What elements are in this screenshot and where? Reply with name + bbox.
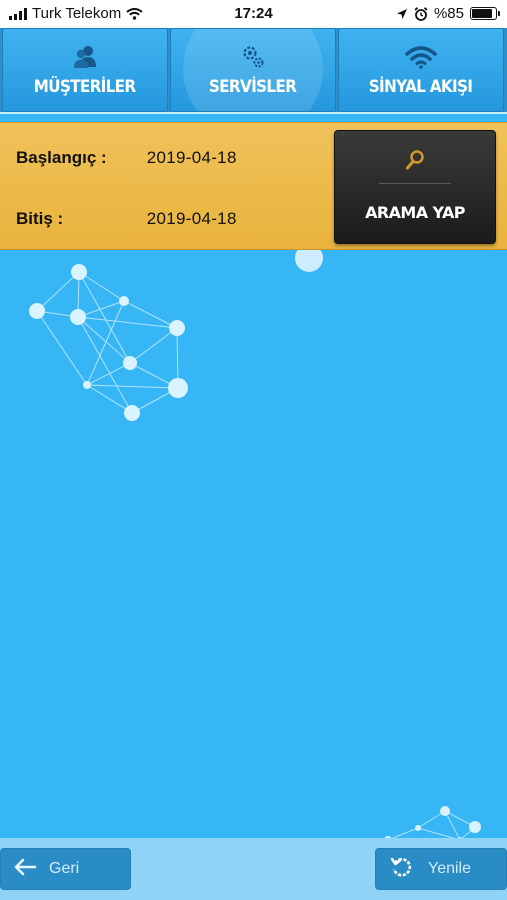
wifi-icon xyxy=(405,43,437,71)
date-filter-panel: Başlangıç : 2019-04-18 Bitiş : 2019-04-1… xyxy=(0,122,507,250)
tab-musteriler[interactable]: MÜŞTERİLER xyxy=(2,28,168,112)
tab-servisler[interactable]: SERVİSLER xyxy=(170,28,336,112)
arrow-left-icon xyxy=(13,858,37,881)
tab-sinyal-akisi[interactable]: SİNYAL AKIŞI xyxy=(338,28,504,112)
alarm-clock-icon xyxy=(414,6,428,21)
tab-label: SERVİSLER xyxy=(209,77,297,97)
refresh-button[interactable]: Yenile xyxy=(375,848,507,890)
battery-percent: %85 xyxy=(433,5,464,22)
status-bar: Turk Telekom 17:24 %85 xyxy=(0,0,507,28)
start-date-label: Başlangıç : xyxy=(16,148,107,167)
back-button[interactable]: Geri xyxy=(0,848,131,890)
tab-label: MÜŞTERİLER xyxy=(34,77,137,97)
refresh-icon xyxy=(390,855,414,884)
location-arrow-icon xyxy=(396,8,407,19)
status-right: %85 xyxy=(396,5,500,22)
battery-icon xyxy=(470,7,500,20)
divider xyxy=(379,183,451,184)
gears-icon xyxy=(240,43,266,71)
back-button-label: Geri xyxy=(49,860,80,877)
bottom-bar: Geri Yenile xyxy=(0,838,507,900)
start-date-row[interactable]: Başlangıç : 2019-04-18 xyxy=(16,148,237,168)
refresh-button-label: Yenile xyxy=(428,860,472,877)
battery-level xyxy=(472,9,492,18)
start-date-value[interactable]: 2019-04-18 xyxy=(147,148,237,167)
search-icon xyxy=(405,149,425,171)
end-date-value[interactable]: 2019-04-18 xyxy=(147,209,237,228)
top-nav: MÜŞTERİLER SERVİSLER SİNYAL AKIŞI xyxy=(0,28,507,114)
decorative-network-graphic xyxy=(29,264,188,421)
tab-label: SİNYAL AKIŞI xyxy=(369,77,473,97)
search-button[interactable]: ARAMA YAP xyxy=(334,130,496,244)
end-date-row[interactable]: Bitiş : 2019-04-18 xyxy=(16,209,237,229)
end-date-label: Bitiş : xyxy=(16,209,64,228)
search-button-label: ARAMA YAP xyxy=(365,203,465,222)
users-icon xyxy=(72,43,98,71)
